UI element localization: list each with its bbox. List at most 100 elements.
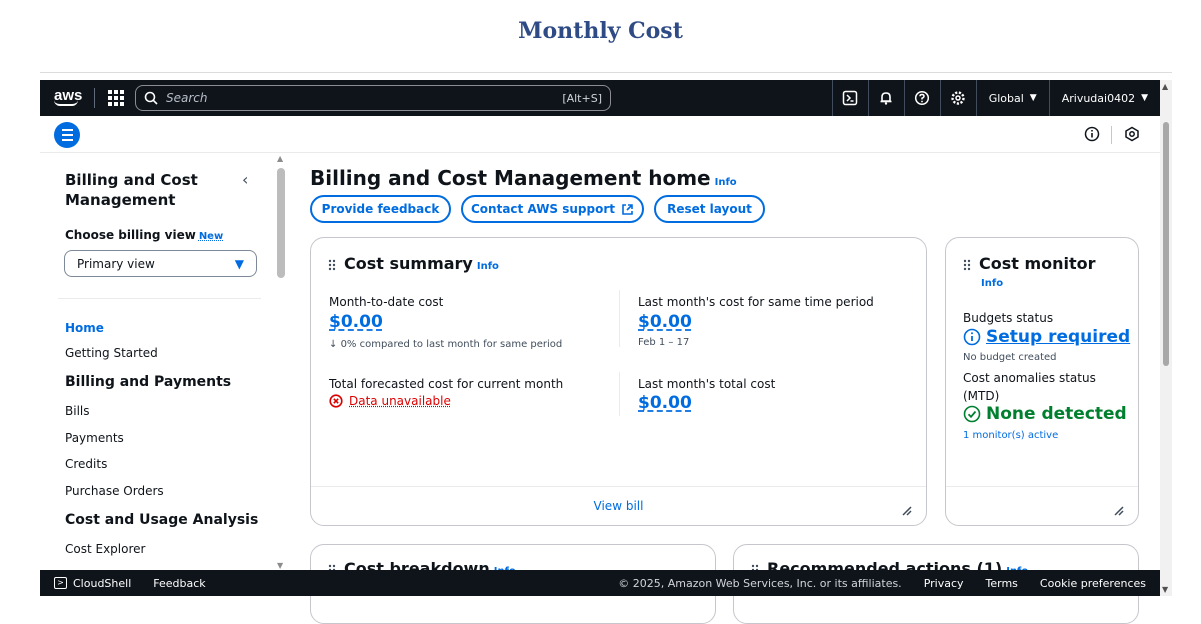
info-circle-icon[interactable] [1084, 126, 1100, 142]
sidebar-item-credits[interactable]: Credits [65, 457, 107, 471]
search-input[interactable]: Search [Alt+S] [135, 85, 611, 111]
scroll-up-icon[interactable]: ▲ [277, 154, 283, 163]
error-icon [329, 394, 343, 408]
resize-icon[interactable] [1112, 504, 1124, 516]
top-navigation: aws Search [Alt+S] Global ▼ Arivudai0402 ▼ [40, 80, 1160, 116]
billing-view-value: Primary view [77, 257, 155, 271]
region-label: Global [989, 92, 1024, 105]
column-divider [619, 290, 620, 347]
drag-handle-icon[interactable] [963, 259, 971, 271]
budgets-status-label: Budgets status [963, 311, 1053, 325]
caret-down-icon: ▼ [1030, 93, 1037, 103]
secondary-toolbar [40, 116, 1160, 153]
last-same-period-value[interactable]: $0.00 [638, 312, 692, 332]
last-same-period-label: Last month's cost for same time period [638, 295, 874, 309]
sidebar-item-getting-started[interactable]: Getting Started [65, 346, 158, 360]
sidebar-scroll-thumb[interactable] [277, 168, 285, 278]
column-divider [619, 372, 620, 416]
mtd-compare: ↓ 0% compared to last month for same per… [329, 339, 562, 350]
cost-monitor-card: Cost monitor Info Budgets status Setup r… [945, 237, 1139, 526]
mtd-cost-value[interactable]: $0.00 [329, 312, 383, 332]
last-total-label: Last month's total cost [638, 377, 775, 391]
caret-down-icon: ▼ [235, 257, 244, 271]
view-bill-link[interactable]: View bill [311, 499, 926, 513]
card-footer [946, 486, 1138, 525]
info-circle-icon [963, 328, 981, 346]
billing-view-select[interactable]: Primary view ▼ [64, 250, 257, 277]
external-link-icon [621, 203, 634, 216]
notifications-hex-icon[interactable] [1124, 126, 1140, 142]
bell-icon[interactable] [868, 80, 904, 116]
card-footer: View bill [311, 486, 926, 525]
cost-summary-title: Cost summary Info [328, 254, 499, 273]
mtd-cost-label: Month-to-date cost [329, 295, 443, 309]
check-circle-icon [963, 405, 981, 423]
last-total-value[interactable]: $0.00 [638, 393, 692, 413]
anomalies-label-mtd: (MTD) [963, 389, 999, 403]
resize-icon[interactable] [900, 504, 912, 516]
info-link[interactable]: Info [981, 278, 1003, 289]
cost-summary-title-text: Cost summary [344, 254, 473, 273]
sidebar-title: Billing and Cost Management [65, 170, 215, 210]
page-scrollbar[interactable]: ▲ ▼ [1160, 80, 1172, 596]
account-label: Arivudai0402 [1062, 92, 1135, 105]
budgets-sub: No budget created [963, 352, 1057, 363]
mtd-compare-text: 0% compared to last month for same perio… [341, 339, 563, 350]
cost-monitor-title-text: Cost monitor [979, 254, 1096, 273]
sidebar-item-home[interactable]: Home [65, 321, 104, 335]
account-menu[interactable]: Arivudai0402 ▼ [1049, 80, 1160, 116]
monitors-active-link[interactable]: 1 monitor(s) active [963, 430, 1058, 441]
page-heading: Monthly Cost [0, 18, 1201, 44]
cost-monitor-title: Cost monitor [963, 254, 1096, 273]
caret-down-icon: ▼ [1141, 93, 1148, 103]
last-same-period-range: Feb 1 – 17 [638, 337, 689, 348]
drag-handle-icon[interactable] [328, 259, 336, 271]
sidebar-item-purchase-orders[interactable]: Purchase Orders [65, 484, 164, 498]
aws-logo[interactable]: aws [54, 90, 84, 106]
scroll-down-icon[interactable]: ▼ [1162, 585, 1168, 594]
feedback-link[interactable]: Feedback [153, 577, 205, 590]
sidebar-item-payments[interactable]: Payments [65, 431, 124, 445]
region-selector[interactable]: Global ▼ [976, 80, 1049, 116]
cookie-preferences-link[interactable]: Cookie preferences [1040, 577, 1146, 590]
billing-view-label-text: Choose billing view [65, 228, 196, 242]
sidebar-item-cost-explorer[interactable]: Cost Explorer [65, 542, 145, 556]
info-link[interactable]: Info [477, 261, 499, 272]
page-title: Billing and Cost Management home Info [310, 166, 737, 190]
help-icon[interactable] [904, 80, 940, 116]
cost-summary-card: Cost summary Info Month-to-date cost $0.0… [310, 237, 927, 526]
side-navigation: Billing and Cost Management ‹ Choose bil… [40, 154, 276, 570]
arrow-down-icon: ↓ [329, 339, 341, 350]
sidebar-section-cost: Cost and Usage Analysis [65, 512, 258, 528]
privacy-link[interactable]: Privacy [924, 577, 964, 590]
search-icon [144, 91, 158, 105]
chevron-left-icon[interactable]: ‹ [242, 170, 248, 189]
cloudshell-button[interactable]: > CloudShell [54, 577, 131, 590]
sidebar-scrollbar[interactable]: ▲ ▼ [276, 154, 286, 570]
terms-link[interactable]: Terms [986, 577, 1018, 590]
anomalies-status-text: None detected [986, 404, 1127, 424]
forecast-cost-error-text: Data unavailable [349, 394, 451, 408]
sidebar-item-bills[interactable]: Bills [65, 404, 90, 418]
cloudshell-icon[interactable] [832, 80, 868, 116]
menu-icon[interactable] [54, 122, 80, 148]
reset-layout-button[interactable]: Reset layout [654, 195, 765, 223]
budgets-status-value[interactable]: Setup required [963, 327, 1130, 347]
scroll-down-icon[interactable]: ▼ [277, 561, 283, 570]
info-link[interactable]: Info [715, 177, 737, 188]
contact-support-button[interactable]: Contact AWS support [461, 195, 644, 223]
new-badge[interactable]: New [199, 231, 223, 242]
contact-support-label: Contact AWS support [471, 202, 615, 216]
sidebar-divider [58, 298, 261, 299]
billing-view-label: Choose billing view New [65, 228, 223, 242]
console-footer: > CloudShell Feedback © 2025, Amazon Web … [40, 570, 1160, 596]
provide-feedback-button[interactable]: Provide feedback [310, 195, 451, 223]
page-scroll-thumb[interactable] [1163, 122, 1169, 366]
budgets-status-text: Setup required [986, 327, 1130, 347]
scroll-up-icon[interactable]: ▲ [1162, 82, 1168, 91]
aws-logo-text: aws [54, 87, 82, 104]
forecast-cost-error[interactable]: Data unavailable [329, 394, 451, 408]
page-title-text: Billing and Cost Management home [310, 166, 711, 190]
apps-grid-icon[interactable] [107, 89, 125, 107]
gear-icon[interactable] [940, 80, 976, 116]
